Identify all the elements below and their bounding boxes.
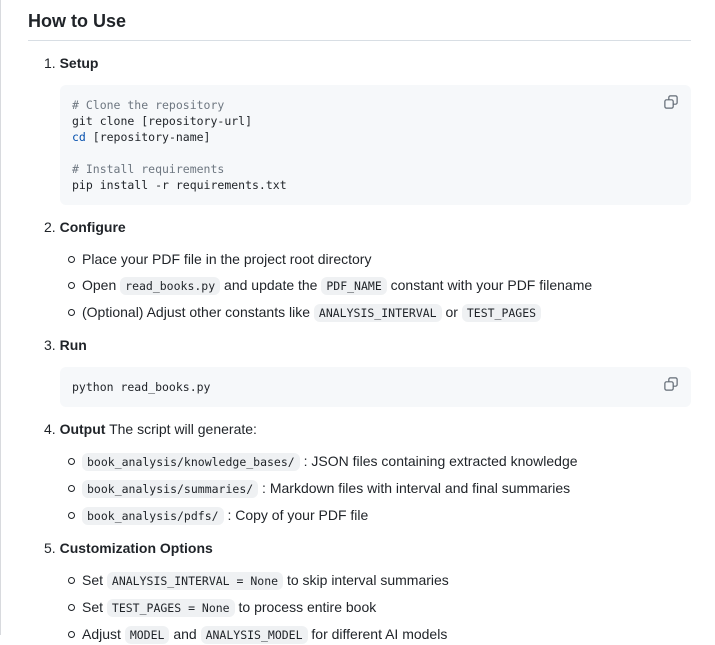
- customization-list: Set ANALYSIS_INTERVAL = None to skip int…: [60, 570, 691, 645]
- step-number: 1.: [44, 55, 56, 71]
- step-setup: 1. Setup # Clone the repositorygit clone…: [44, 53, 691, 205]
- code-line: python read_books.py: [72, 379, 651, 395]
- step-customization: 5. Customization Options Set ANALYSIS_IN…: [44, 538, 691, 645]
- step-label: Run: [60, 337, 87, 353]
- inline-code: read_books.py: [120, 277, 220, 295]
- inline-code: ANALYSIS_MODEL: [201, 626, 308, 644]
- list-item: book_analysis/pdfs/ : Copy of your PDF f…: [82, 505, 691, 526]
- step-run-heading: 3. Run: [44, 335, 691, 355]
- inline-code: book_analysis/pdfs/: [82, 507, 224, 525]
- code-line: # Install requirements: [72, 161, 651, 177]
- copy-icon: [664, 95, 678, 112]
- code-line: pip install -r requirements.txt: [72, 177, 651, 193]
- code-line: # Clone the repository: [72, 97, 651, 113]
- step-configure-heading: 2. Configure: [44, 217, 691, 237]
- step-number: 3.: [44, 337, 56, 353]
- step-label: Customization Options: [60, 540, 213, 556]
- readme-document: How to Use 1. Setup # Clone the reposito…: [0, 0, 715, 635]
- code-block-run: python read_books.py: [60, 367, 691, 407]
- code-content: # Clone the repositorygit clone [reposit…: [60, 85, 691, 205]
- step-label: Configure: [60, 219, 126, 235]
- code-block-setup: # Clone the repositorygit clone [reposit…: [60, 85, 691, 205]
- step-configure-body: Place your PDF file in the project root …: [60, 249, 691, 323]
- list-item: Set ANALYSIS_INTERVAL = None to skip int…: [82, 570, 691, 591]
- copy-button[interactable]: [660, 92, 682, 114]
- step-output-heading: 4. Output The script will generate:: [44, 419, 691, 439]
- step-setup-body: # Clone the repositorygit clone [reposit…: [60, 85, 691, 205]
- inline-code: PDF_NAME: [321, 277, 386, 295]
- step-number: 4.: [44, 421, 56, 437]
- step-output-body: book_analysis/knowledge_bases/ : JSON fi…: [60, 451, 691, 526]
- list-item: (Optional) Adjust other constants like A…: [82, 302, 691, 323]
- step-customization-heading: 5. Customization Options: [44, 538, 691, 558]
- step-run: 3. Run python read_books.py: [44, 335, 691, 407]
- list-item: book_analysis/summaries/ : Markdown file…: [82, 478, 691, 499]
- step-configure: 2. Configure Place your PDF file in the …: [44, 217, 691, 323]
- section-heading: How to Use: [28, 10, 691, 41]
- inline-code: book_analysis/knowledge_bases/: [82, 453, 300, 471]
- copy-icon: [664, 377, 678, 394]
- step-number: 2.: [44, 219, 56, 235]
- step-label-suffix: The script will generate:: [105, 421, 256, 437]
- list-item: Open read_books.py and update the PDF_NA…: [82, 275, 691, 296]
- step-output: 4. Output The script will generate: book…: [44, 419, 691, 526]
- code-content: python read_books.py: [60, 367, 691, 407]
- inline-code: ANALYSIS_INTERVAL = None: [107, 572, 283, 590]
- steps-list: 1. Setup # Clone the repositorygit clone…: [28, 53, 691, 645]
- copy-button[interactable]: [660, 374, 682, 396]
- inline-code: ANALYSIS_INTERVAL: [314, 304, 442, 322]
- configure-list: Place your PDF file in the project root …: [60, 249, 691, 323]
- inline-code: book_analysis/summaries/: [82, 480, 258, 498]
- list-item: Place your PDF file in the project root …: [82, 249, 691, 269]
- list-item: book_analysis/knowledge_bases/ : JSON fi…: [82, 451, 691, 472]
- inline-code: TEST_PAGES: [462, 304, 541, 322]
- code-line: cd [repository-name]: [72, 129, 651, 145]
- step-label: Output: [60, 421, 106, 437]
- list-item: Set TEST_PAGES = None to process entire …: [82, 597, 691, 618]
- step-number: 5.: [44, 540, 56, 556]
- output-list: book_analysis/knowledge_bases/ : JSON fi…: [60, 451, 691, 526]
- step-customization-body: Set ANALYSIS_INTERVAL = None to skip int…: [60, 570, 691, 645]
- code-line: git clone [repository-url]: [72, 113, 651, 129]
- step-label: Setup: [60, 55, 99, 71]
- inline-code: MODEL: [125, 626, 170, 644]
- step-run-body: python read_books.py: [60, 367, 691, 407]
- inline-code: TEST_PAGES = None: [107, 599, 235, 617]
- code-line-blank: [72, 145, 651, 161]
- step-setup-heading: 1. Setup: [44, 53, 691, 73]
